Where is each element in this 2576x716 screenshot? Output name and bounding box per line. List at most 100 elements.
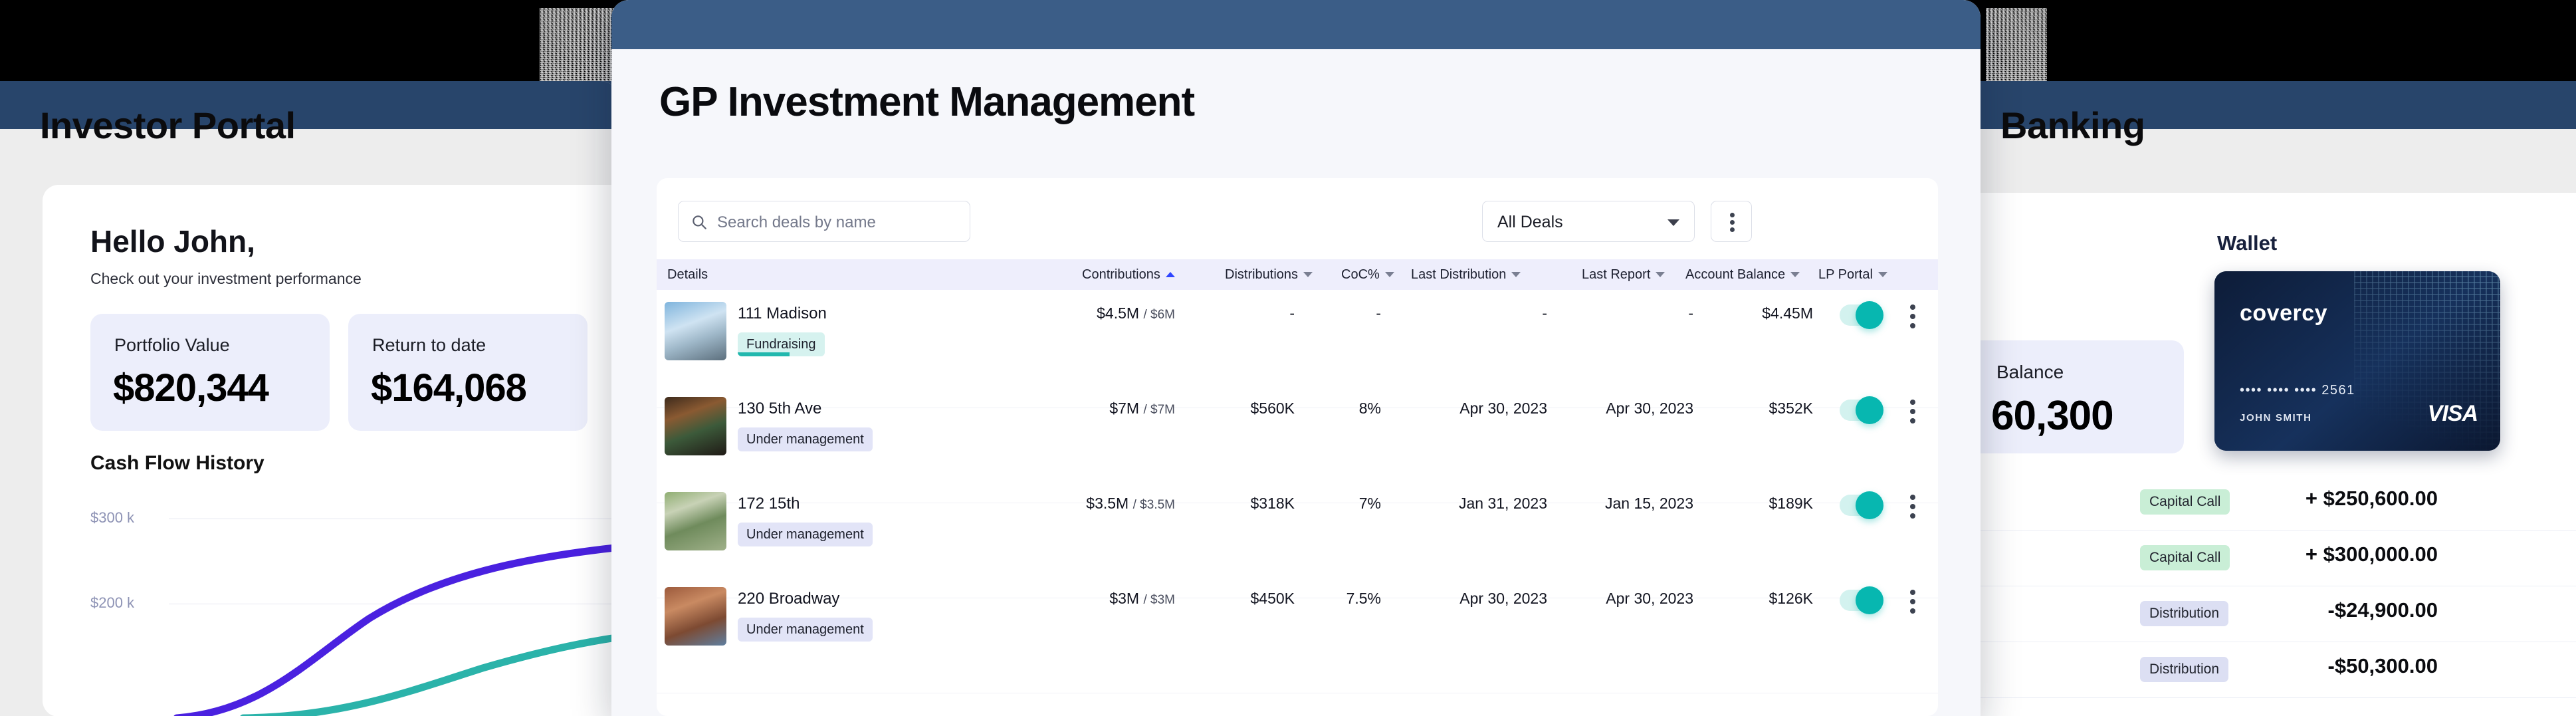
kebab-icon xyxy=(1910,400,1915,405)
kebab-icon xyxy=(1910,409,1915,414)
chevron-down-icon xyxy=(1667,219,1679,226)
modal-title: GP Investment Management xyxy=(659,78,1194,126)
cell-distributions: $318K xyxy=(1202,495,1295,513)
kebab-icon xyxy=(1910,418,1915,423)
deal-thumbnail xyxy=(665,397,726,455)
cell-last-report: Apr 30, 2023 xyxy=(1567,400,1693,418)
table-row[interactable]: 220 Broadway Under management $3M / $3M … xyxy=(657,575,1938,693)
column-header-coc[interactable]: CoC% xyxy=(1341,267,1394,283)
cell-distributions: - xyxy=(1202,304,1295,322)
lp-portal-toggle[interactable] xyxy=(1840,400,1881,421)
card-brand-logo: covercy xyxy=(2240,300,2327,326)
transaction-row[interactable]: Capital Call + $250,600.00 xyxy=(1918,475,2576,531)
column-header-last-distribution[interactable]: Last Distribution xyxy=(1411,267,1521,283)
credit-card[interactable]: covercy •••• •••• •••• 2561 JOHN SMITH V… xyxy=(2214,271,2500,451)
banking-title: Banking xyxy=(2000,104,2145,147)
stat-value: $820,344 xyxy=(113,366,268,410)
noise-texture-left xyxy=(540,8,614,81)
deal-status-badge: Fundraising xyxy=(738,332,825,356)
sort-desc-icon xyxy=(1303,272,1313,277)
column-header-account-balance[interactable]: Account Balance xyxy=(1685,267,1800,283)
toggle-knob xyxy=(1856,396,1883,424)
search-input[interactable]: Search deals by name xyxy=(678,201,970,242)
toolbar-more-options-button[interactable] xyxy=(1711,201,1752,242)
search-icon xyxy=(691,213,708,231)
deals-sheet: Search deals by name All Deals Details C… xyxy=(657,178,1938,716)
cell-distributions: $560K xyxy=(1202,400,1295,418)
deal-name: 111 Madison xyxy=(738,304,827,323)
investor-portal-card: Hello John, Check out your investment pe… xyxy=(43,185,654,716)
cell-account-balance: $352K xyxy=(1680,400,1813,418)
kebab-icon xyxy=(1910,304,1915,310)
transaction-type-badge: Distribution xyxy=(2140,657,2228,682)
kebab-icon xyxy=(1910,590,1915,595)
cell-last-distribution: Apr 30, 2023 xyxy=(1394,590,1547,608)
transaction-amount: -$24,900.00 xyxy=(2328,598,2438,622)
toggle-knob xyxy=(1856,586,1883,614)
deal-status-badge: Under management xyxy=(738,427,873,451)
stat-label: Portfolio Value xyxy=(114,335,230,356)
kebab-icon xyxy=(1910,513,1915,519)
cash-flow-history-title: Cash Flow History xyxy=(90,452,265,475)
kebab-icon xyxy=(1910,504,1915,509)
balance-label: Balance xyxy=(1996,362,2064,383)
lp-portal-toggle[interactable] xyxy=(1840,590,1881,611)
column-header-last-report[interactable]: Last Report xyxy=(1582,267,1665,283)
cash-flow-chart: $300 k $200 k xyxy=(90,492,642,716)
deal-status-label: Under management xyxy=(746,622,864,637)
deal-status-label: Under management xyxy=(746,432,864,447)
sort-desc-icon xyxy=(1385,272,1394,277)
toggle-knob xyxy=(1856,491,1883,519)
transaction-type-badge: Distribution xyxy=(2140,601,2228,626)
deal-status-label: Under management xyxy=(746,527,864,542)
deal-thumbnail xyxy=(665,587,726,646)
transaction-row[interactable]: Capital Call + $300,000.00 xyxy=(1918,531,2576,586)
row-more-options-button[interactable] xyxy=(1910,400,1915,427)
deal-name: 130 5th Ave xyxy=(738,400,821,418)
lp-portal-toggle[interactable] xyxy=(1840,304,1881,326)
cell-contributions: $3.5M / $3.5M xyxy=(1055,495,1175,513)
modal-navy-bar xyxy=(611,0,1981,49)
screenshot-root: Investor Portal Hello John, Check out yo… xyxy=(0,0,2576,716)
lp-portal-toggle[interactable] xyxy=(1840,495,1881,516)
greeting-subtitle: Check out your investment performance xyxy=(90,270,362,288)
greeting-text: Hello John, xyxy=(90,223,255,259)
transaction-row[interactable]: Distribution -$50,300.00 xyxy=(1918,642,2576,698)
transaction-amount: + $300,000.00 xyxy=(2306,542,2438,566)
kebab-icon xyxy=(1730,213,1735,217)
card-number: •••• •••• •••• 2561 xyxy=(2240,383,2355,398)
row-more-options-button[interactable] xyxy=(1910,495,1915,523)
stat-label: Return to date xyxy=(372,335,486,356)
deal-thumbnail xyxy=(665,492,726,550)
deals-filter-select[interactable]: All Deals xyxy=(1482,201,1695,242)
column-header-lp-portal[interactable]: LP Portal xyxy=(1818,267,1887,283)
column-header-distributions[interactable]: Distributions xyxy=(1225,267,1313,283)
stat-value: $164,068 xyxy=(371,366,526,410)
chart-lines xyxy=(90,492,642,716)
deal-name: 172 15th xyxy=(738,495,800,513)
kebab-icon xyxy=(1730,220,1735,225)
row-more-options-button[interactable] xyxy=(1910,590,1915,618)
cell-contributions: $7M / $7M xyxy=(1055,400,1175,418)
cell-last-distribution: Jan 31, 2023 xyxy=(1394,495,1547,513)
cell-last-distribution: Apr 30, 2023 xyxy=(1394,400,1547,418)
table-header-row: Details Contributions Distributions CoC%… xyxy=(657,259,1938,290)
sort-desc-icon xyxy=(1878,272,1887,277)
deal-status-badge: Under management xyxy=(738,618,873,642)
cell-distributions: $450K xyxy=(1202,590,1295,608)
search-placeholder: Search deals by name xyxy=(717,213,876,232)
cell-coc: - xyxy=(1311,304,1381,322)
sort-asc-icon xyxy=(1166,272,1175,277)
transaction-amount: + $250,600.00 xyxy=(2306,487,2438,511)
kebab-icon xyxy=(1910,495,1915,500)
transaction-type-badge: Capital Call xyxy=(2140,545,2230,570)
cell-last-report: - xyxy=(1567,304,1693,322)
card-holder-name: JOHN SMITH xyxy=(2240,412,2312,423)
cell-last-report: Apr 30, 2023 xyxy=(1567,590,1693,608)
transaction-row[interactable]: Distribution -$24,900.00 xyxy=(1918,586,2576,642)
column-header-details[interactable]: Details xyxy=(667,267,708,283)
cell-account-balance: $4.45M xyxy=(1680,304,1813,322)
cell-account-balance: $189K xyxy=(1680,495,1813,513)
column-header-contributions[interactable]: Contributions xyxy=(1082,267,1175,283)
row-more-options-button[interactable] xyxy=(1910,304,1915,332)
